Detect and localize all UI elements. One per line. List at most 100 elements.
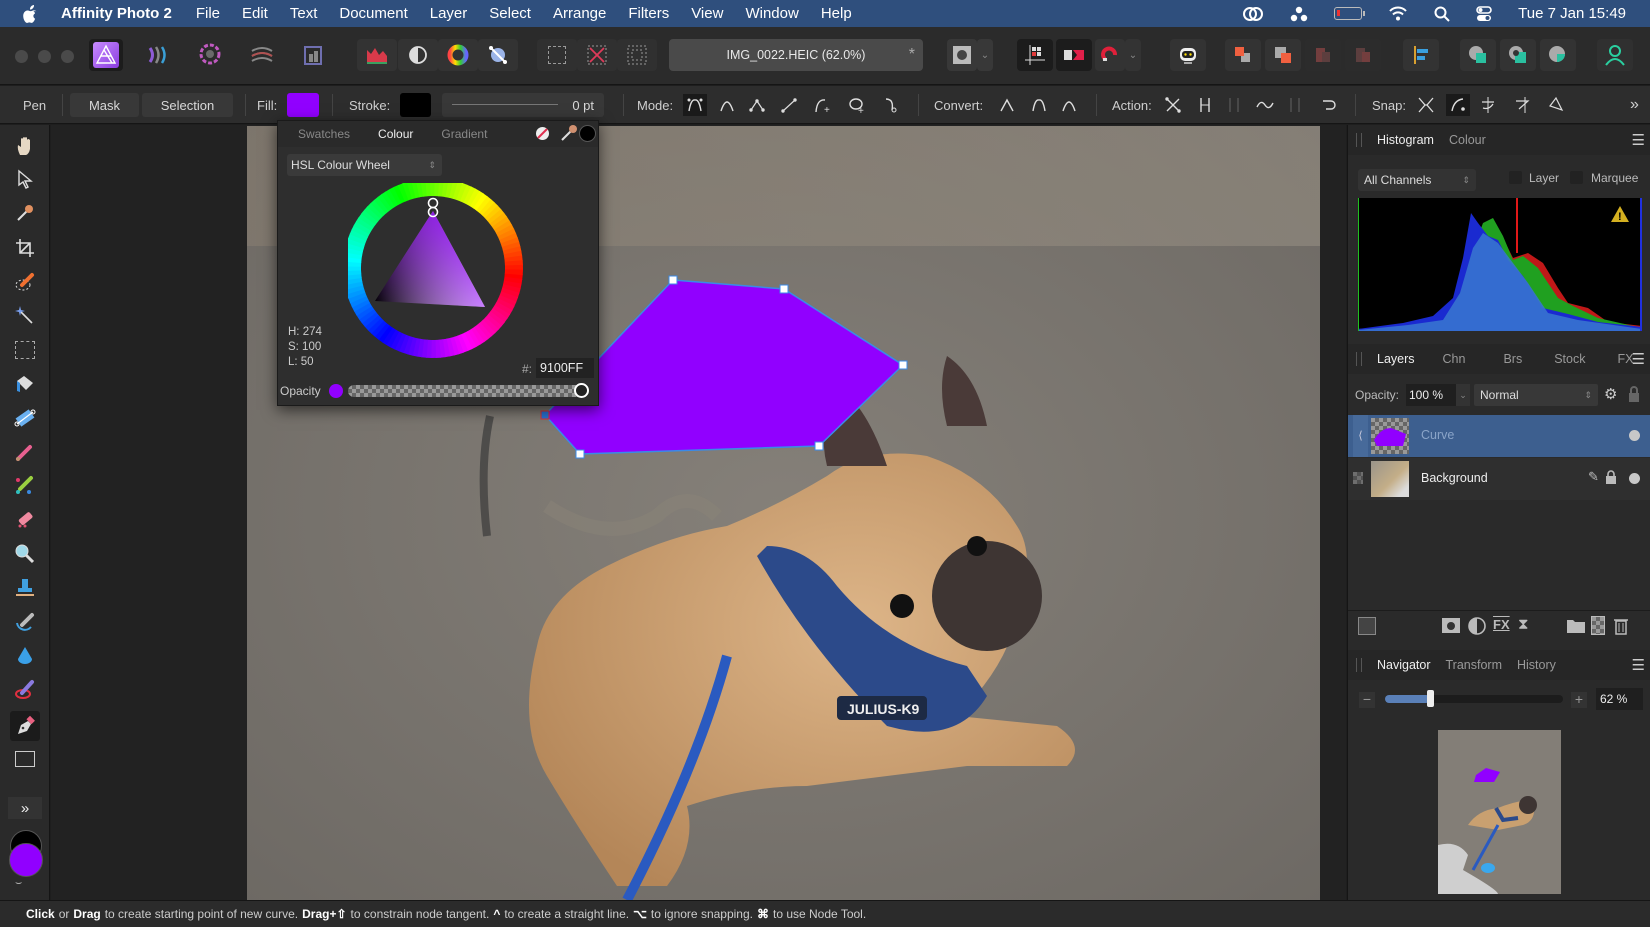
tone-mapping-persona-button[interactable] bbox=[245, 39, 279, 71]
expand-tools-button[interactable]: » bbox=[8, 797, 42, 819]
layer-checkbox[interactable] bbox=[1509, 171, 1522, 184]
trash-icon[interactable] bbox=[1613, 616, 1629, 636]
tab-colour[interactable]: Colour bbox=[1449, 133, 1486, 147]
pen-tool[interactable] bbox=[10, 711, 40, 741]
tab-swatches[interactable]: Swatches bbox=[298, 127, 350, 141]
app-menu[interactable]: Affinity Photo 2 bbox=[61, 5, 172, 22]
tab-channels[interactable]: Chn bbox=[1443, 352, 1466, 366]
tab-colour[interactable]: Colour bbox=[378, 127, 413, 141]
white-balance-button[interactable] bbox=[478, 39, 518, 71]
menu-view[interactable]: View bbox=[691, 5, 723, 22]
panel-menu-icon[interactable]: ☰ bbox=[1632, 656, 1645, 674]
snapping-grid-button[interactable] bbox=[1017, 39, 1053, 71]
window-zoom-button[interactable] bbox=[61, 50, 74, 63]
deselect-button[interactable] bbox=[577, 39, 617, 71]
histogram-channel-select[interactable]: All Channels ⇕ bbox=[1358, 169, 1476, 191]
tab-histogram[interactable]: Histogram bbox=[1377, 133, 1434, 147]
quick-mask-button[interactable] bbox=[947, 39, 977, 71]
account-button[interactable] bbox=[1597, 39, 1633, 71]
quick-mask-dropdown[interactable]: ⌄ bbox=[977, 39, 993, 71]
snap-option-4-button[interactable] bbox=[1510, 94, 1534, 116]
close-curve-button[interactable] bbox=[879, 94, 903, 116]
blur-brush-tool[interactable] bbox=[12, 643, 38, 669]
levels-button[interactable] bbox=[357, 39, 397, 71]
snap-option-5-button[interactable] bbox=[1544, 94, 1568, 116]
opacity-slider[interactable] bbox=[348, 383, 589, 398]
node-handle[interactable] bbox=[668, 275, 678, 285]
opacity-slider-handle[interactable] bbox=[574, 383, 589, 398]
send-to-back-button[interactable] bbox=[1345, 39, 1381, 71]
fx-icon[interactable]: FX bbox=[1493, 617, 1510, 632]
battery-icon[interactable] bbox=[1334, 7, 1366, 20]
layer-row-background[interactable]: Background ✎ bbox=[1348, 458, 1650, 500]
spotlight-search-icon[interactable] bbox=[1434, 6, 1450, 22]
lock-icon[interactable] bbox=[1605, 470, 1617, 485]
colour-replacement-tool[interactable] bbox=[12, 473, 38, 499]
menu-select[interactable]: Select bbox=[489, 5, 531, 22]
add-node-button[interactable]: + bbox=[811, 94, 835, 116]
hue-handle[interactable] bbox=[427, 197, 439, 209]
flood-select-tool[interactable] bbox=[12, 303, 38, 329]
colour-model-select[interactable]: HSL Colour Wheel ⇕ bbox=[287, 154, 442, 176]
erase-brush-tool[interactable] bbox=[12, 507, 38, 533]
colour-picker-tool[interactable] bbox=[12, 200, 38, 226]
menu-edit[interactable]: Edit bbox=[242, 5, 268, 22]
panel-grip[interactable] bbox=[1356, 658, 1362, 672]
rectangle-tool[interactable] bbox=[12, 746, 38, 772]
break-curve-button[interactable] bbox=[1161, 94, 1185, 116]
stroke-swatch[interactable] bbox=[400, 93, 431, 117]
clock[interactable]: Tue 7 Jan 15:49 bbox=[1518, 5, 1626, 22]
add-boolean-button[interactable] bbox=[1460, 39, 1496, 71]
add-mask-button[interactable] bbox=[1442, 618, 1460, 633]
snap-to-edge-button[interactable] bbox=[1056, 39, 1092, 71]
convert-smooth-button[interactable] bbox=[1027, 94, 1051, 116]
menu-window[interactable]: Window bbox=[745, 5, 798, 22]
menu-text[interactable]: Text bbox=[290, 5, 318, 22]
add-closed-curve-button[interactable]: + bbox=[845, 94, 869, 116]
close-path-button[interactable] bbox=[1316, 94, 1340, 116]
panel-menu-icon[interactable]: ☰ bbox=[1632, 350, 1645, 368]
blemish-removal-tool[interactable] bbox=[12, 609, 38, 635]
join-curves-button[interactable] bbox=[1193, 94, 1217, 116]
marquee-checkbox[interactable] bbox=[1570, 171, 1583, 184]
develop-persona-button[interactable] bbox=[193, 39, 227, 71]
visibility-dot-icon[interactable] bbox=[1629, 473, 1640, 484]
hand-tool[interactable] bbox=[12, 133, 38, 159]
dropbox-like-icon[interactable] bbox=[1290, 6, 1308, 22]
folder-icon[interactable] bbox=[1566, 617, 1586, 634]
layer-row-curve[interactable]: ⟨ Curve bbox=[1348, 415, 1650, 457]
node-handle[interactable] bbox=[814, 441, 824, 451]
creative-cloud-icon[interactable] bbox=[1242, 6, 1264, 22]
node-handle[interactable] bbox=[779, 284, 789, 294]
tab-brushes[interactable]: Brs bbox=[1503, 352, 1522, 366]
rectangular-marquee-tool[interactable] bbox=[12, 337, 38, 363]
zoom-slider[interactable] bbox=[1385, 690, 1563, 707]
blend-mode-select[interactable]: Normal ⇕ bbox=[1474, 384, 1598, 406]
node-handle[interactable] bbox=[898, 360, 908, 370]
no-fill-button[interactable] bbox=[535, 126, 550, 144]
mask-button[interactable]: Mask bbox=[70, 93, 139, 117]
smooth-curve-button[interactable] bbox=[1253, 94, 1277, 116]
pen-mode-button[interactable] bbox=[683, 94, 707, 116]
node-handle[interactable] bbox=[575, 449, 585, 459]
subtract-boolean-button[interactable] bbox=[1500, 39, 1536, 71]
snap-option-1-button[interactable] bbox=[1414, 94, 1438, 116]
tab-transform[interactable]: Transform bbox=[1446, 658, 1503, 672]
panel-grip[interactable] bbox=[1356, 352, 1362, 366]
swap-colours-icon[interactable]: ⌣ bbox=[15, 877, 22, 890]
opacity-dropdown-icon[interactable]: ⌄ bbox=[1456, 384, 1470, 406]
tab-layers[interactable]: Layers bbox=[1377, 352, 1415, 366]
panel-grip[interactable] bbox=[1356, 133, 1362, 147]
reverse-curves-button[interactable] bbox=[1222, 94, 1246, 116]
lock-icon[interactable] bbox=[1627, 386, 1641, 403]
move-forward-button[interactable] bbox=[1225, 39, 1261, 71]
assistant-button[interactable] bbox=[1170, 39, 1206, 71]
zoom-out-button[interactable]: − bbox=[1359, 692, 1375, 708]
auto-contrast-button[interactable] bbox=[398, 39, 438, 71]
menu-file[interactable]: File bbox=[196, 5, 220, 22]
zoom-value-input[interactable]: 62 % bbox=[1596, 688, 1643, 710]
apple-icon[interactable] bbox=[23, 4, 41, 23]
window-close-button[interactable] bbox=[15, 50, 28, 63]
selection-brush-tool[interactable] bbox=[12, 269, 38, 295]
smart-mode-button[interactable] bbox=[715, 94, 739, 116]
